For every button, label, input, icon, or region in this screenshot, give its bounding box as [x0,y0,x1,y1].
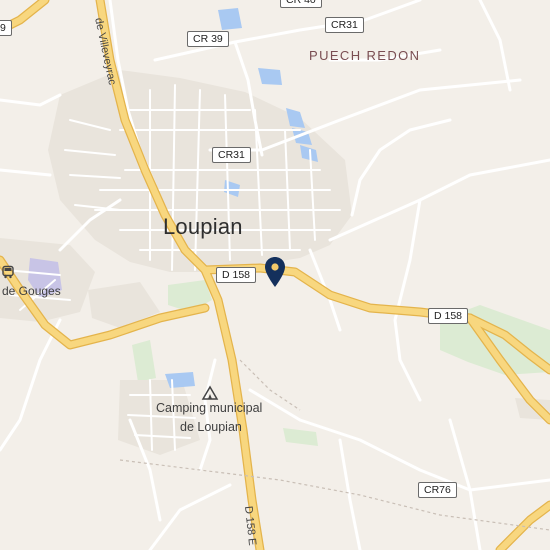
locality-label-puech-redon[interactable]: PUECH REDON [309,48,420,63]
place-label-gouges[interactable]: de Gouges [2,284,61,298]
map-canvas[interactable]: Loupian PUECH REDON Camping municipal de… [0,0,550,550]
road-shield-cr31-mid[interactable]: CR31 [212,147,251,163]
road-shield-d158-west[interactable]: D 158 [216,267,257,283]
town-label-loupian[interactable]: Loupian [163,214,243,240]
road-shield-cr76[interactable]: CR76 [418,482,457,498]
road-shield-cr39[interactable]: CR 39 [187,31,229,47]
poi-camping-line2[interactable]: de Loupian [180,420,242,434]
road-shield-cr31-top[interactable]: CR31 [325,17,364,33]
poi-camping-line1[interactable]: Camping municipal [156,401,262,415]
road-shield-d158-east[interactable]: D 158 [428,308,469,324]
road-shield-top-partial[interactable]: CR 40 [280,0,322,8]
road-shield-left-partial[interactable]: 9 [0,20,12,36]
bus-stop-icon[interactable] [1,265,15,279]
location-pin-icon[interactable] [263,256,287,288]
campground-icon[interactable] [201,385,219,401]
